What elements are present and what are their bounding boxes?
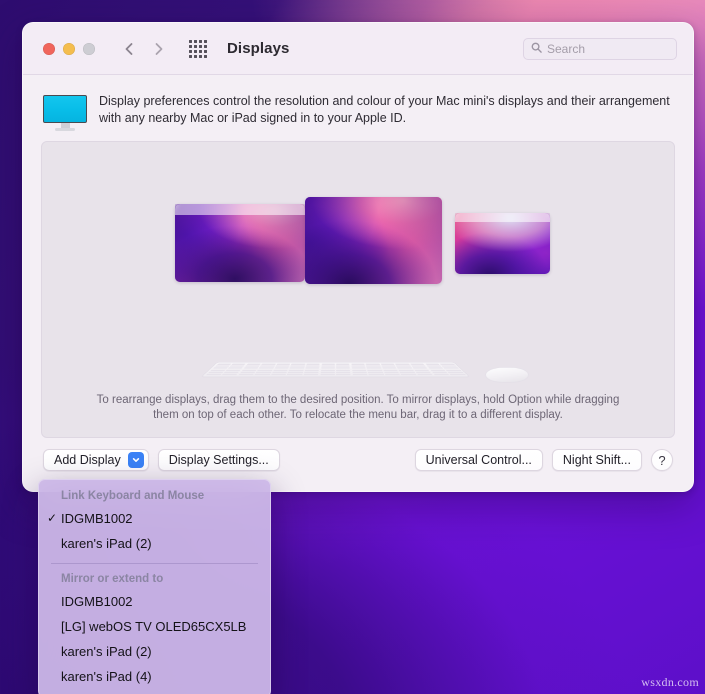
menu-item-link-karens-ipad-2[interactable]: karen's iPad (2) xyxy=(39,531,270,556)
add-display-dropdown-menu[interactable]: Link Keyboard and Mouse ✓ IDGMB1002 kare… xyxy=(38,479,271,694)
menu-item-label: IDGMB1002 xyxy=(61,511,133,526)
search-placeholder: Search xyxy=(547,41,586,56)
window-titlebar: Displays Search xyxy=(23,23,693,75)
traffic-lights xyxy=(43,42,95,55)
add-display-button[interactable]: Add Display xyxy=(43,449,149,471)
mouse-icon xyxy=(483,367,531,383)
close-button[interactable] xyxy=(43,42,55,55)
menu-item-mirror-karens-ipad-4[interactable]: karen's iPad (4) xyxy=(39,664,270,689)
menu-item-label: karen's iPad (4) xyxy=(61,669,152,684)
search-field[interactable]: Search xyxy=(523,37,677,60)
intro-blurb-text: Display preferences control the resoluti… xyxy=(99,94,670,125)
chevron-down-icon[interactable] xyxy=(127,452,144,468)
display-stage xyxy=(42,142,674,359)
navigation-buttons xyxy=(121,41,167,57)
window-body: Display preferences control the resoluti… xyxy=(23,75,693,471)
page-title: Displays xyxy=(227,40,290,57)
menu-item-label: karen's iPad (2) xyxy=(61,536,152,551)
keyboard-icon xyxy=(200,362,471,378)
arrangement-hint-text: To rearrange displays, drag them to the … xyxy=(96,394,620,421)
display-settings-button[interactable]: Display Settings... xyxy=(157,449,280,471)
menu-section-header: Mirror or extend to xyxy=(61,573,164,585)
display-arrangement-canvas[interactable]: To rearrange displays, drag them to the … xyxy=(41,141,675,438)
forward-chevron-icon[interactable] xyxy=(151,41,167,57)
bottom-button-row: Add Display Display Settings... Universa… xyxy=(41,438,675,471)
show-all-preferences-grid-icon[interactable] xyxy=(189,39,207,58)
intro-blurb: Display preferences control the resoluti… xyxy=(41,87,675,141)
menu-item-label: [LG] webOS TV OLED65CX5LB xyxy=(61,619,247,634)
menu-bar-strip xyxy=(175,204,305,215)
display-thumbnail-3[interactable] xyxy=(455,213,550,274)
back-chevron-icon[interactable] xyxy=(121,41,137,57)
menu-item-label: IDGMB1002 xyxy=(61,594,133,609)
display-thumbnail-1[interactable] xyxy=(175,204,305,282)
menu-section-header: Link Keyboard and Mouse xyxy=(61,490,205,502)
watermark: wsxdn.com xyxy=(641,675,699,689)
menu-separator xyxy=(51,563,258,564)
night-shift-button[interactable]: Night Shift... xyxy=(551,449,642,471)
universal-control-button[interactable]: Universal Control... xyxy=(414,449,543,471)
menu-item-link-idgmb1002[interactable]: ✓ IDGMB1002 xyxy=(39,506,270,531)
zoom-button[interactable] xyxy=(83,42,95,55)
menu-item-mirror-lg-webos-tv[interactable]: [LG] webOS TV OLED65CX5LB xyxy=(39,614,270,639)
displays-preferences-window: Displays Search Display preferences cont… xyxy=(22,22,694,492)
menu-item-mirror-idgmb1002[interactable]: IDGMB1002 xyxy=(39,589,270,614)
add-display-label: Add Display xyxy=(54,453,121,467)
display-thumbnail-2[interactable] xyxy=(305,197,442,284)
menu-item-mirror-karens-ipad-2[interactable]: karen's iPad (2) xyxy=(39,639,270,664)
menu-item-label: karen's iPad (2) xyxy=(61,644,152,659)
check-icon: ✓ xyxy=(47,511,58,525)
help-button[interactable]: ? xyxy=(651,449,673,471)
minimize-button[interactable] xyxy=(63,42,75,55)
search-icon xyxy=(531,40,542,58)
desktop-wallpaper: Displays Search Display preferences cont… xyxy=(0,0,705,694)
peripherals-graphic xyxy=(42,356,674,398)
display-icon xyxy=(43,95,87,131)
menu-bar-strip xyxy=(455,213,550,222)
